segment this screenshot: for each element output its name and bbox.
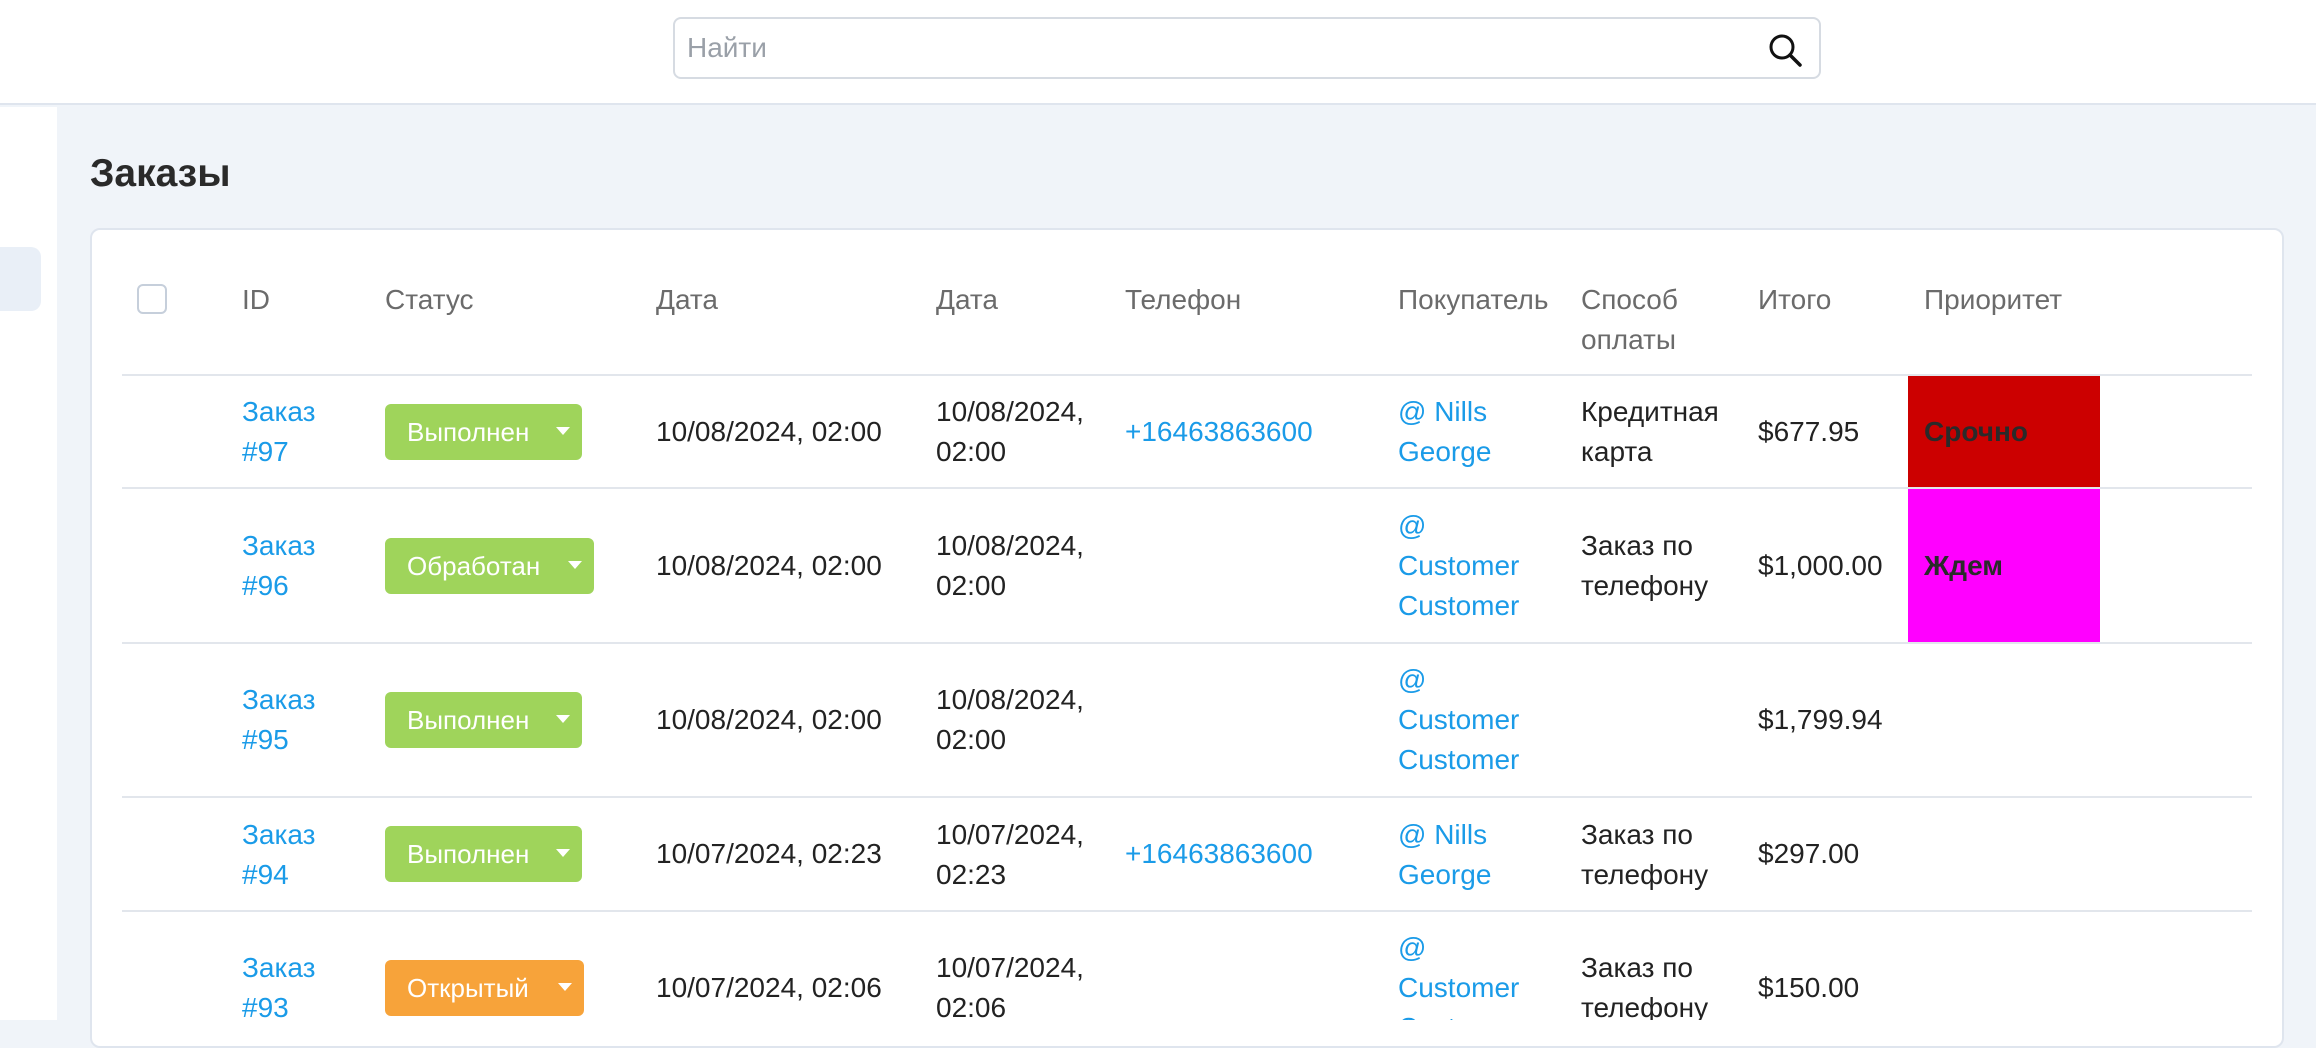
header-total[interactable]: Итого (1758, 280, 1831, 320)
buyer-link[interactable]: @ Nills George (1398, 392, 1528, 472)
status-dropdown[interactable]: Открытый (385, 960, 584, 1016)
search-icon[interactable] (1767, 32, 1803, 68)
order-date-updated: 10/08/2024, 02:00 (936, 530, 1084, 601)
status-label: Обработан (407, 551, 541, 581)
priority-cell (1908, 798, 2100, 910)
status-label: Выполнен (407, 417, 530, 447)
order-total: $1,000.00 (1758, 550, 1883, 581)
order-total: $150.00 (1758, 972, 1860, 1003)
status-dropdown[interactable]: Выполнен (385, 404, 582, 460)
payment-method: Заказ по телефону (1581, 819, 1709, 890)
status-label: Выполнен (407, 705, 530, 735)
order-date: 10/08/2024, 02:00 (656, 416, 882, 447)
payment-method: Кредитная карта (1581, 396, 1719, 467)
caret-down-icon (556, 427, 570, 435)
buyer-link[interactable]: @ Customer Customer (1398, 928, 1538, 1020)
priority-cell (1908, 644, 2100, 796)
search-box[interactable] (673, 17, 1821, 79)
order-link[interactable]: Заказ #95 (242, 680, 342, 760)
header-date-updated[interactable]: Дата (936, 280, 998, 320)
order-link[interactable]: Заказ #97 (242, 392, 342, 472)
header-phone[interactable]: Телефон (1125, 280, 1241, 320)
status-dropdown[interactable]: Выполнен (385, 826, 582, 882)
header-buyer[interactable]: Покупатель (1398, 280, 1548, 320)
table-row-clip: Заказ #93 Открытый 10/07/2024, 02:06 10/… (0, 912, 2316, 1020)
payment-method: Заказ по телефону (1581, 952, 1709, 1020)
header-status[interactable]: Статус (385, 280, 474, 320)
status-dropdown[interactable]: Выполнен (385, 692, 582, 748)
header-id[interactable]: ID (242, 280, 270, 320)
top-bar (0, 0, 2316, 105)
buyer-link[interactable]: @ Customer Customer (1398, 660, 1538, 780)
order-date-updated: 10/07/2024, 02:23 (936, 819, 1084, 890)
priority-cell: Срочно (1908, 376, 2100, 488)
order-date-updated: 10/08/2024, 02:00 (936, 396, 1084, 467)
buyer-link[interactable]: @ Customer Customer (1398, 506, 1538, 626)
header-payment-method[interactable]: Способ оплаты (1581, 280, 1731, 360)
buyer-link[interactable]: @ Nills George (1398, 815, 1528, 895)
payment-method: Заказ по телефону (1581, 530, 1709, 601)
order-total: $1,799.94 (1758, 704, 1883, 735)
caret-down-icon (558, 983, 572, 991)
order-date: 10/08/2024, 02:00 (656, 704, 882, 735)
caret-down-icon (556, 849, 570, 857)
order-date: 10/08/2024, 02:00 (656, 550, 882, 581)
header-date[interactable]: Дата (656, 280, 718, 320)
order-total: $677.95 (1758, 416, 1860, 447)
sidebar-active-item[interactable] (0, 247, 41, 311)
status-label: Открытый (407, 973, 529, 1003)
search-input[interactable] (687, 19, 1747, 77)
phone-link[interactable]: +16463863600 (1125, 834, 1313, 874)
order-date-updated: 10/08/2024, 02:00 (936, 684, 1084, 755)
order-link[interactable]: Заказ #96 (242, 526, 342, 606)
caret-down-icon (568, 561, 582, 569)
order-link[interactable]: Заказ #93 (242, 948, 342, 1020)
select-all-checkbox[interactable] (137, 284, 167, 314)
status-dropdown[interactable]: Обработан (385, 538, 594, 594)
phone-link[interactable]: +16463863600 (1125, 412, 1313, 452)
order-date: 10/07/2024, 02:23 (656, 838, 882, 869)
header-priority[interactable]: Приоритет (1924, 280, 2062, 320)
order-date-updated: 10/07/2024, 02:06 (936, 952, 1084, 1020)
order-date: 10/07/2024, 02:06 (656, 972, 882, 1003)
order-link[interactable]: Заказ #94 (242, 815, 342, 895)
status-label: Выполнен (407, 839, 530, 869)
caret-down-icon (556, 715, 570, 723)
priority-cell: Ждем (1908, 489, 2100, 642)
sidebar (0, 107, 57, 1020)
order-total: $297.00 (1758, 838, 1860, 869)
page-title: Заказы (90, 152, 231, 195)
